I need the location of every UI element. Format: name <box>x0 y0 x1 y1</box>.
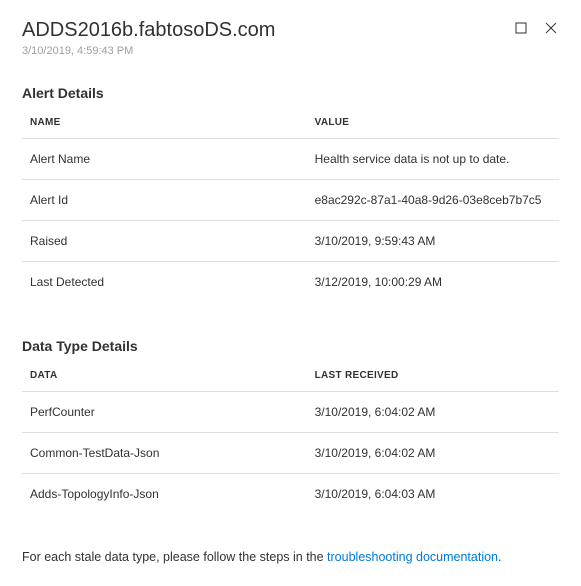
panel-title: ADDS2016b.fabtosoDS.com <box>22 18 513 42</box>
footnote-prefix: For each stale data type, please follow … <box>22 550 327 564</box>
cell-name: PerfCounter <box>22 392 307 433</box>
cell-value: 3/10/2019, 6:04:02 AM <box>307 392 559 433</box>
restore-icon <box>515 22 527 34</box>
cell-value: 3/10/2019, 9:59:43 AM <box>307 221 559 262</box>
cell-name: Adds-TopologyInfo-Json <box>22 474 307 515</box>
cell-value: 3/10/2019, 6:04:02 AM <box>307 433 559 474</box>
table-row: Alert Name Health service data is not up… <box>22 139 559 180</box>
table-row: Common-TestData-Json 3/10/2019, 6:04:02 … <box>22 433 559 474</box>
close-icon <box>545 22 557 34</box>
footnote-suffix: . <box>498 550 501 564</box>
table-row: Last Detected 3/12/2019, 10:00:29 AM <box>22 262 559 303</box>
cell-name: Alert Id <box>22 180 307 221</box>
table-row: Raised 3/10/2019, 9:59:43 AM <box>22 221 559 262</box>
data-type-details-heading: Data Type Details <box>22 338 559 354</box>
cell-name: Raised <box>22 221 307 262</box>
title-block: ADDS2016b.fabtosoDS.com 3/10/2019, 4:59:… <box>22 18 513 57</box>
alert-panel: ADDS2016b.fabtosoDS.com 3/10/2019, 4:59:… <box>0 0 581 586</box>
table-row: PerfCounter 3/10/2019, 6:04:02 AM <box>22 392 559 433</box>
alert-details-table: NAME VALUE Alert Name Health service dat… <box>22 107 559 302</box>
table-row: Alert Id e8ac292c-87a1-40a8-9d26-03e8ceb… <box>22 180 559 221</box>
window-controls <box>513 20 559 36</box>
panel-timestamp: 3/10/2019, 4:59:43 PM <box>22 45 513 57</box>
cell-name: Alert Name <box>22 139 307 180</box>
col-header-value: VALUE <box>307 107 559 139</box>
cell-value: Health service data is not up to date. <box>307 139 559 180</box>
troubleshooting-link[interactable]: troubleshooting documentation <box>327 550 498 564</box>
cell-name: Common-TestData-Json <box>22 433 307 474</box>
col-header-lastreceived: LAST RECEIVED <box>307 360 559 392</box>
close-button[interactable] <box>543 20 559 36</box>
data-type-details-table: DATA LAST RECEIVED PerfCounter 3/10/2019… <box>22 360 559 514</box>
panel-header: ADDS2016b.fabtosoDS.com 3/10/2019, 4:59:… <box>22 18 559 57</box>
cell-value: 3/12/2019, 10:00:29 AM <box>307 262 559 303</box>
col-header-data: DATA <box>22 360 307 392</box>
table-row: Adds-TopologyInfo-Json 3/10/2019, 6:04:0… <box>22 474 559 515</box>
cell-value: 3/10/2019, 6:04:03 AM <box>307 474 559 515</box>
cell-value: e8ac292c-87a1-40a8-9d26-03e8ceb7b7c5 <box>307 180 559 221</box>
cell-name: Last Detected <box>22 262 307 303</box>
col-header-name: NAME <box>22 107 307 139</box>
restore-button[interactable] <box>513 20 529 36</box>
footnote: For each stale data type, please follow … <box>22 550 559 564</box>
alert-details-heading: Alert Details <box>22 85 559 101</box>
